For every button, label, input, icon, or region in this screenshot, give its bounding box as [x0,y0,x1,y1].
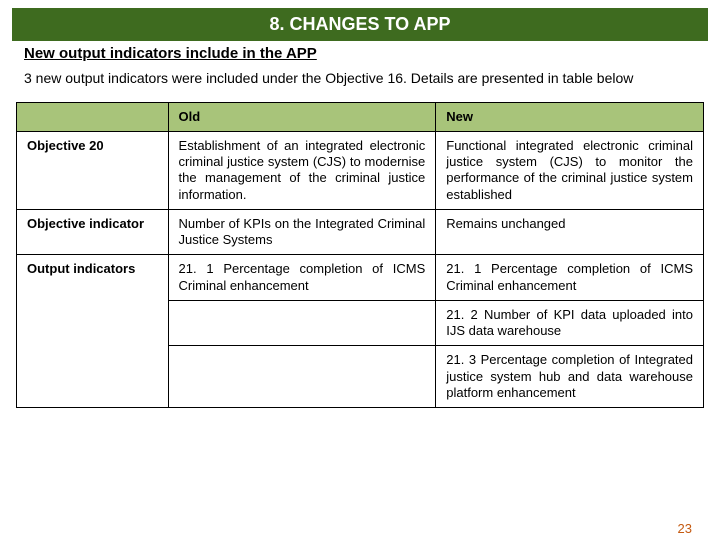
table-row: Output indicators 21. 1 Percentage compl… [17,255,704,301]
header-blank [17,102,169,131]
row-label: Objective indicator [17,209,169,255]
table-row: Objective indicator Number of KPIs on th… [17,209,704,255]
table-header-row: Old New [17,102,704,131]
cell-old: Establishment of an integrated electroni… [168,131,436,209]
header-old: Old [168,102,436,131]
cell-new: 21. 2 Number of KPI data uploaded into I… [436,300,704,346]
row-label: Objective 20 [17,131,169,209]
row-label: Output indicators [17,255,169,408]
subtitle: New output indicators include in the APP [0,45,720,62]
cell-new: Functional integrated electronic crimina… [436,131,704,209]
page-number: 23 [678,521,692,536]
cell-new: Remains unchanged [436,209,704,255]
table-row: Objective 20 Establishment of an integra… [17,131,704,209]
cell-old: Number of KPIs on the Integrated Crimina… [168,209,436,255]
cell-new: 21. 3 Percentage completion of Integrate… [436,346,704,408]
cell-old [168,300,436,346]
intro-text: 3 new output indicators were included un… [0,70,720,102]
title-bar: 8. CHANGES TO APP [12,8,708,41]
cell-old [168,346,436,408]
cell-new: 21. 1 Percentage completion of ICMS Crim… [436,255,704,301]
changes-table: Old New Objective 20 Establishment of an… [16,102,704,409]
header-new: New [436,102,704,131]
cell-old: 21. 1 Percentage completion of ICMS Crim… [168,255,436,301]
